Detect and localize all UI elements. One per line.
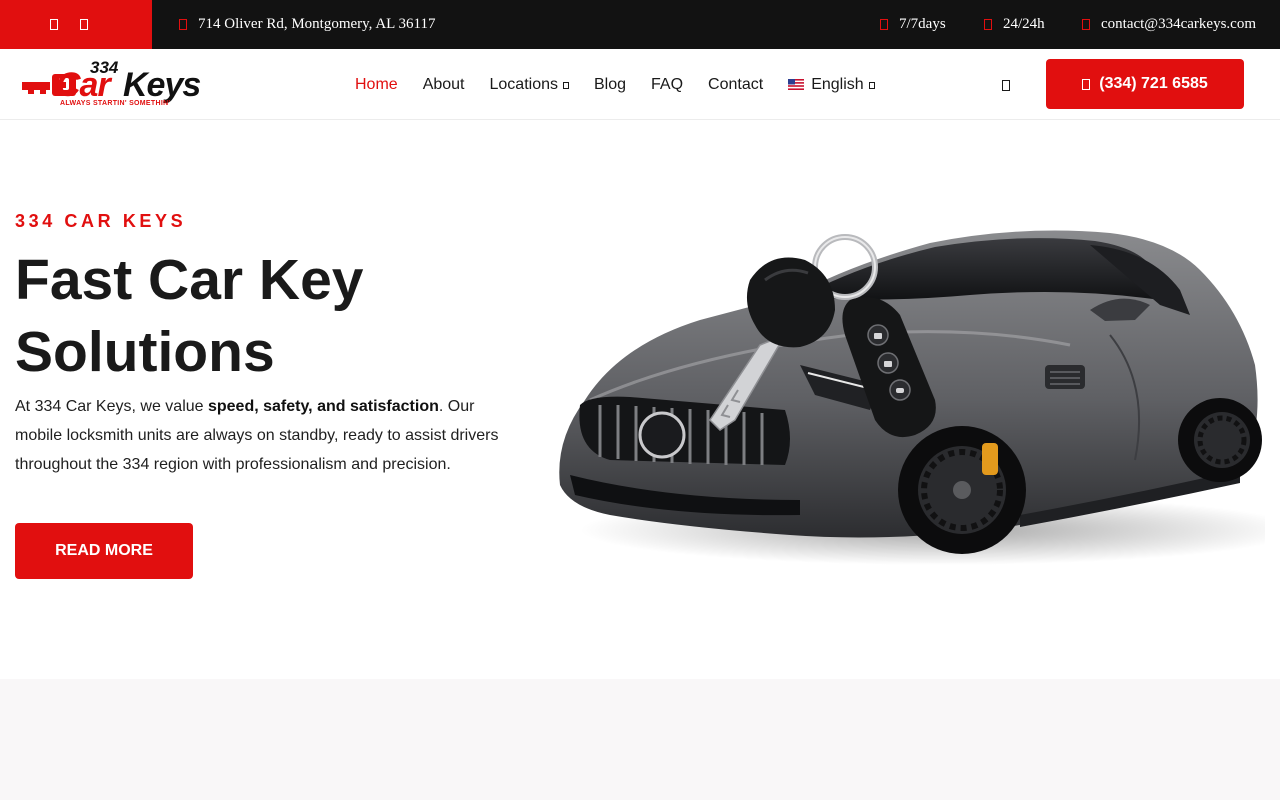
topbar-days: 7/7days xyxy=(880,0,946,49)
envelope-icon xyxy=(1082,18,1092,31)
email-text: contact@334carkeys.com xyxy=(1101,16,1257,32)
nav-blog[interactable]: Blog xyxy=(594,76,626,94)
main-nav: Home About Locations Blog FAQ Contact En… xyxy=(355,49,900,120)
hero-text-prefix: At 334 Car Keys, we value xyxy=(15,398,208,415)
map-pin-icon xyxy=(179,18,189,31)
address-text: 714 Oliver Rd, Montgomery, AL 36117 xyxy=(198,16,436,32)
hero-section: 334 CAR KEYS Fast Car Key Solutions At 3… xyxy=(0,120,1280,679)
nav-home-label: Home xyxy=(355,75,398,93)
hours-text: 24/24h xyxy=(1003,16,1045,32)
hero-text-bold: speed, safety, and satisfaction xyxy=(207,398,439,415)
hero-description: At 334 Car Keys, we value speed, safety,… xyxy=(15,392,515,479)
hero-title: Fast Car Key Solutions xyxy=(15,244,535,388)
nav-language[interactable]: English xyxy=(788,75,875,94)
topbar-email[interactable]: contact@334carkeys.com xyxy=(1082,0,1256,49)
nav-about-label: About xyxy=(422,75,465,93)
search-icon[interactable] xyxy=(1002,78,1014,92)
topbar-hours: 24/24h xyxy=(984,0,1045,49)
nav-locations-label: Locations xyxy=(489,75,559,93)
hero-title-line1: Fast Car Key xyxy=(15,248,364,312)
days-text: 7/7days xyxy=(899,16,946,32)
nav-locations[interactable]: Locations xyxy=(489,75,569,94)
nav-faq-label: FAQ xyxy=(651,75,684,93)
nav-language-label: English xyxy=(811,75,864,93)
top-bar: 714 Oliver Rd, Montgomery, AL 36117 7/7d… xyxy=(0,0,1280,49)
calendar-icon xyxy=(880,18,890,31)
clock-icon xyxy=(984,18,994,31)
us-flag-icon xyxy=(788,79,805,90)
facebook-icon[interactable] xyxy=(48,19,60,31)
chevron-down-icon xyxy=(868,81,875,89)
hero-eyebrow: 334 CAR KEYS xyxy=(15,211,187,231)
nav-about[interactable]: About xyxy=(423,76,465,94)
instagram-icon[interactable] xyxy=(78,19,90,31)
site-logo[interactable]: 334 Car Keys ALWAYS STARTIN' SOMETHIN' xyxy=(20,58,232,110)
next-section-band xyxy=(0,679,1280,800)
topbar-address[interactable]: 714 Oliver Rd, Montgomery, AL 36117 xyxy=(179,0,435,49)
nav-blog-label: Blog xyxy=(594,75,627,93)
social-links xyxy=(0,0,152,49)
call-button[interactable]: (334) 721 6585 xyxy=(1046,59,1244,109)
nav-faq[interactable]: FAQ xyxy=(651,76,683,94)
phone-icon xyxy=(1082,78,1091,90)
nav-contact-label: Contact xyxy=(708,75,764,93)
call-button-label: (334) 721 6585 xyxy=(1099,75,1208,92)
read-more-button[interactable]: READ MORE xyxy=(15,523,193,579)
hero-title-line2: Solutions xyxy=(15,320,275,384)
hero-car-image xyxy=(550,225,1280,570)
logo-tagline: ALWAYS STARTIN' SOMETHIN' xyxy=(60,100,171,107)
nav-contact[interactable]: Contact xyxy=(708,76,763,94)
nav-home[interactable]: Home xyxy=(355,76,398,94)
site-header: 334 Car Keys ALWAYS STARTIN' SOMETHIN' H… xyxy=(0,49,1280,120)
chevron-down-icon xyxy=(563,81,569,89)
